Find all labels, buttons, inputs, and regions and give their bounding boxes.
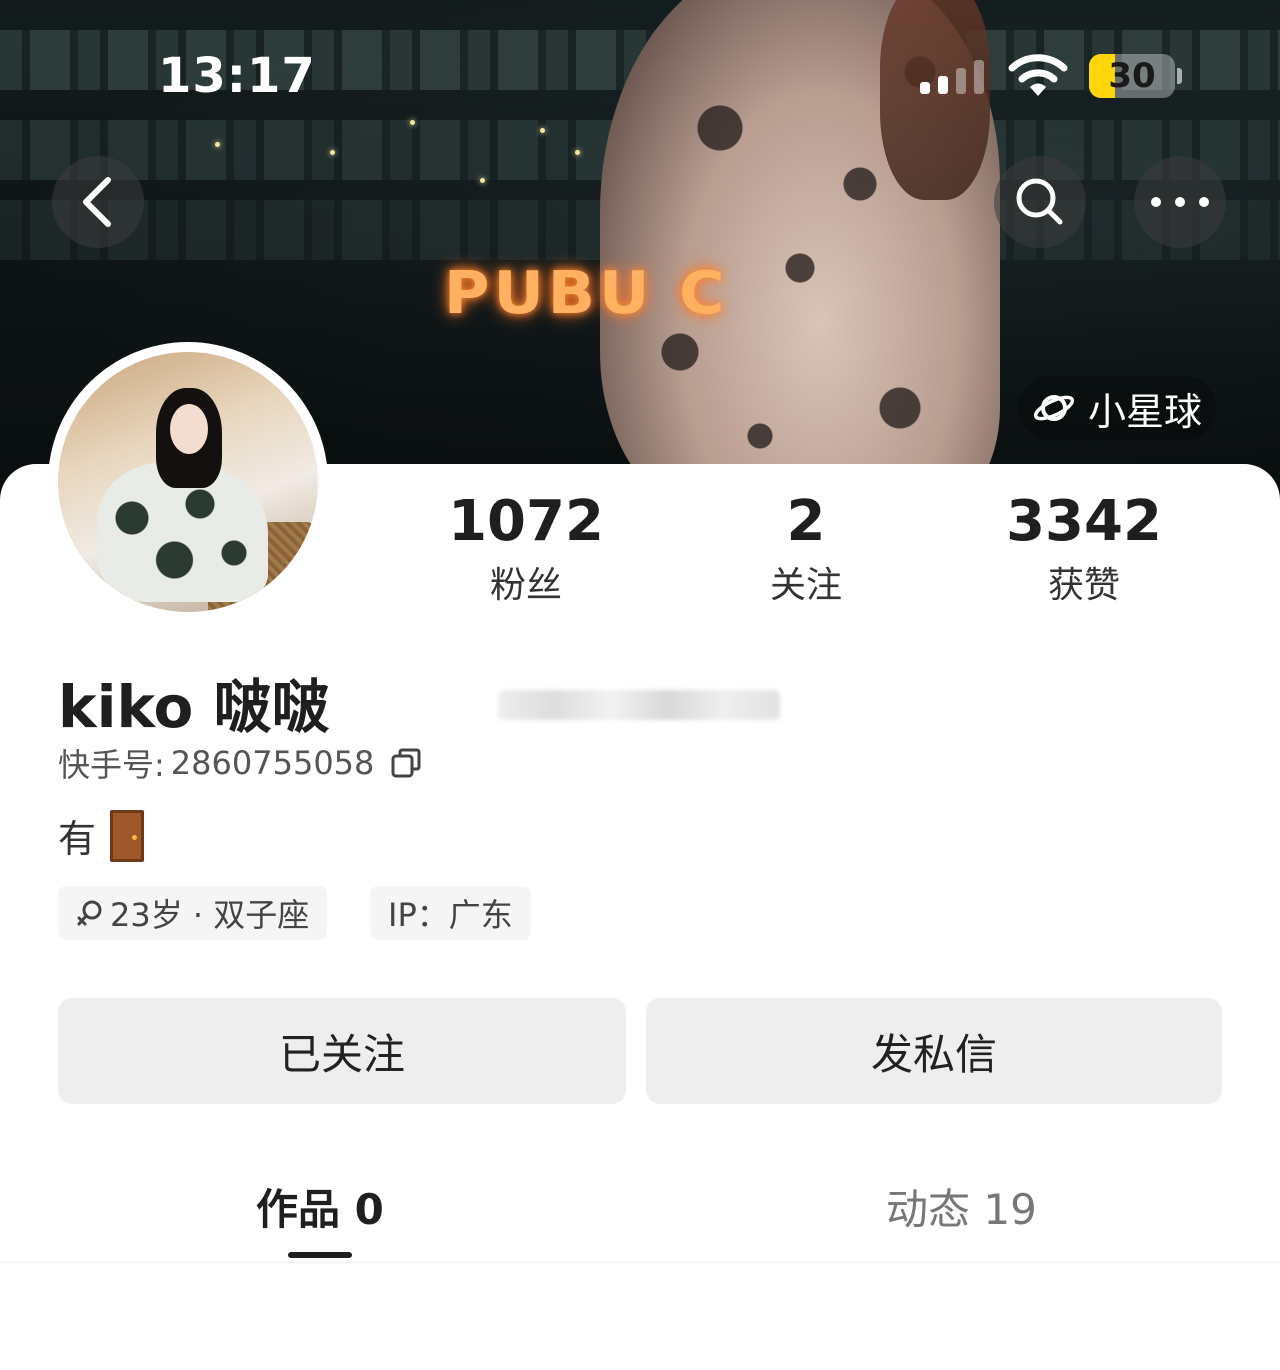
tab-works[interactable]: 作品 0 [256,1176,384,1237]
cover-light [215,142,220,147]
planet-icon [1033,395,1075,421]
stat-label: 关注 [769,565,842,606]
account-id-row[interactable]: 快手号: 2860755058 [58,740,422,786]
status-time: 13:17 [158,48,316,104]
search-icon [1016,178,1063,225]
search-button[interactable] [994,156,1086,248]
following-button[interactable]: 已关注 [58,998,626,1104]
stat-value: 2 [786,489,826,554]
cellular-signal-icon [920,58,988,94]
gender-icon [77,900,102,926]
tab-moments[interactable]: 动态 19 [886,1176,1037,1237]
stat-value: 3342 [1006,489,1162,554]
account-id-label: 快手号: [58,746,165,784]
stat-following[interactable]: 2 关注 [686,490,926,608]
stat-fans[interactable]: 1072 粉丝 [406,490,646,608]
door-emoji-icon [110,809,145,862]
tag-label: 23岁 · 双子座 [110,896,310,934]
battery-indicator: 30 [1089,54,1175,98]
stat-label: 粉丝 [489,565,562,606]
more-dots-icon [1151,197,1209,207]
more-button[interactable] [1134,156,1226,248]
planet-chip-label: 小星球 [1088,389,1203,434]
battery-cap [1177,68,1182,84]
account-id-value: 2860755058 [170,744,375,782]
tab-divider [0,1262,1280,1263]
stat-label: 获赞 [1047,565,1120,606]
cover-light [480,178,485,183]
profile-name: kiko 啵啵 [58,673,330,741]
tag-label: IP：广东 [388,896,513,934]
bio-text: 有 [58,817,97,861]
neon-sign: PUBU C [444,257,729,328]
wifi-icon [1008,54,1068,96]
avatar-face [170,404,208,454]
blurred-badge [498,690,780,720]
cover-light [410,120,415,125]
stat-value: 1072 [448,489,604,554]
avatar[interactable] [48,342,328,622]
battery-text: 30 [1108,56,1156,96]
cover-hair [880,0,990,200]
copy-icon[interactable] [390,747,422,779]
tag-ip[interactable]: IP：广东 [370,886,531,940]
cover-light [330,150,335,155]
tab-indicator [288,1252,352,1258]
cover-light [575,150,580,155]
planet-chip[interactable]: 小星球 [1018,376,1217,440]
tag-age-constellation[interactable]: 23岁 · 双子座 [58,886,328,940]
message-button[interactable]: 发私信 [646,998,1222,1104]
cover-light [540,128,545,133]
bio: 有 [58,808,145,863]
stat-likes[interactable]: 3342 获赞 [964,490,1204,608]
chevron-left-icon [83,177,111,227]
back-button[interactable] [52,156,144,248]
